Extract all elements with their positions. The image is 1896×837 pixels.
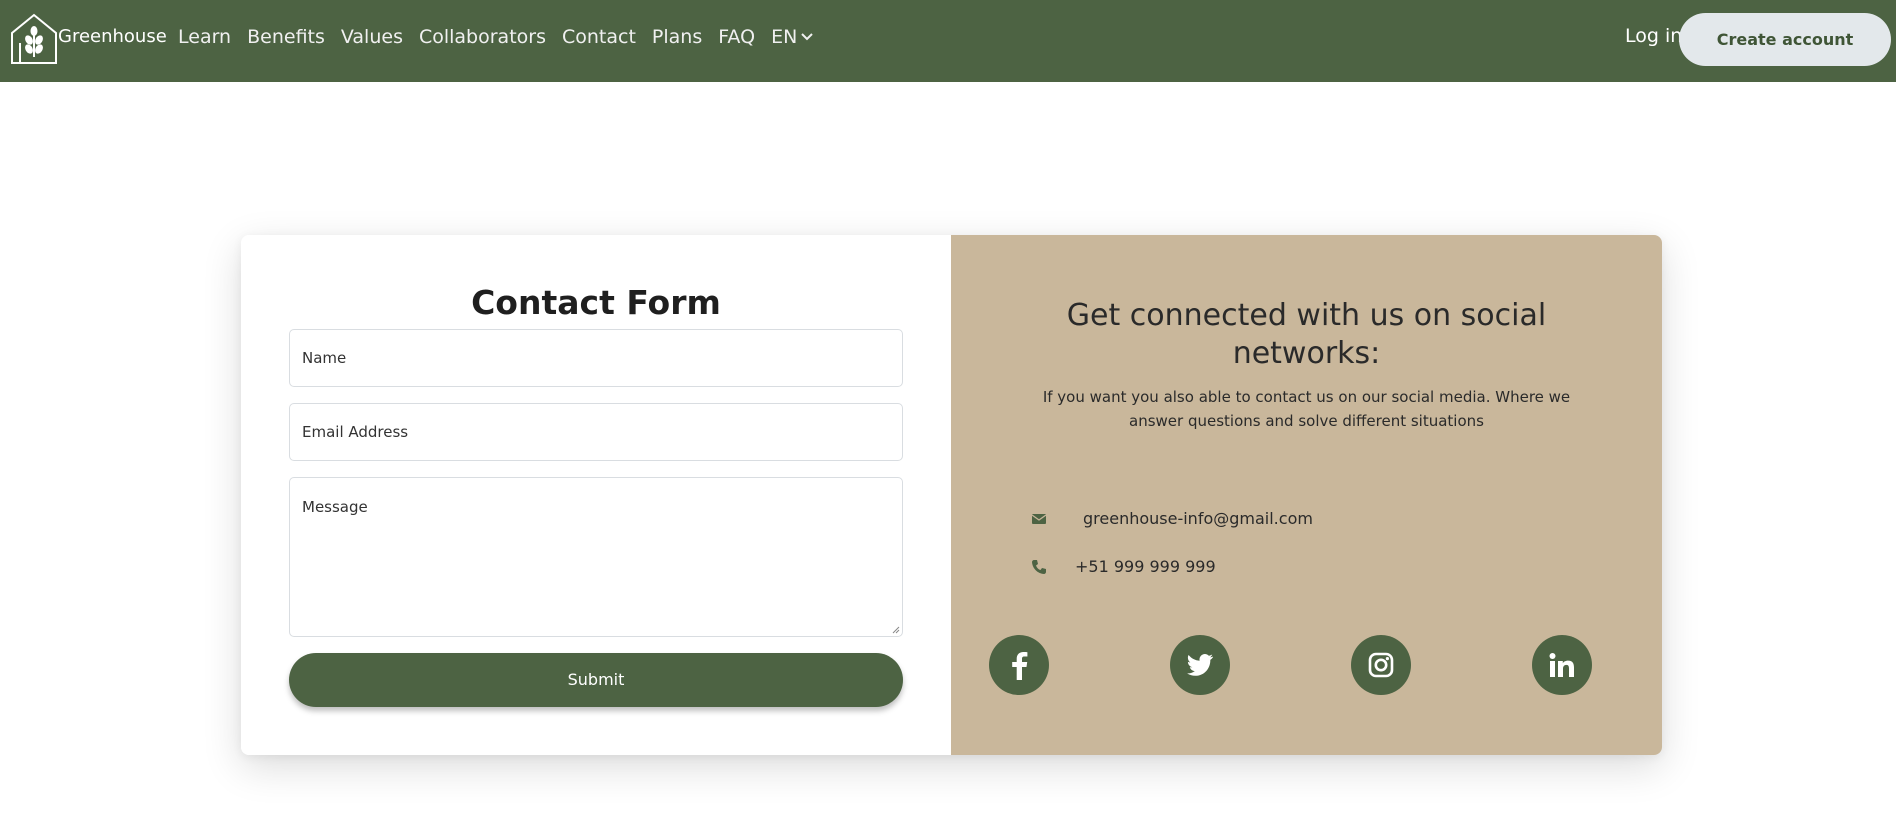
contact-phone: +51 999 999 999 xyxy=(1075,557,1216,576)
language-label: EN xyxy=(771,26,798,48)
top-navbar: Greenhouse Learn Benefits Values Collabo… xyxy=(0,0,1896,82)
phone-contact-row: +51 999 999 999 xyxy=(1031,557,1216,576)
chevron-down-icon xyxy=(801,33,813,41)
envelope-icon xyxy=(1031,513,1047,524)
resize-handle-icon[interactable] xyxy=(892,626,900,634)
name-placeholder: Name xyxy=(302,349,347,367)
login-link[interactable]: Log in xyxy=(1625,25,1682,47)
twitter-button[interactable] xyxy=(1170,635,1230,695)
nav-link-collaborators[interactable]: Collaborators xyxy=(419,26,546,48)
create-account-button[interactable]: Create account xyxy=(1679,13,1891,66)
nav-link-values[interactable]: Values xyxy=(341,26,403,48)
phone-icon xyxy=(1032,559,1046,574)
email-placeholder: Email Address xyxy=(302,423,409,441)
message-placeholder: Message xyxy=(302,498,368,516)
instagram-icon xyxy=(1368,652,1394,678)
name-field[interactable]: Name xyxy=(289,329,903,387)
info-title: Get connected with us on social networks… xyxy=(1066,298,1547,371)
nav-link-benefits[interactable]: Benefits xyxy=(247,26,325,48)
social-links xyxy=(989,635,1629,695)
brand[interactable]: Greenhouse xyxy=(10,13,167,65)
twitter-icon xyxy=(1187,654,1213,676)
brand-name: Greenhouse xyxy=(58,26,167,47)
email-field[interactable]: Email Address xyxy=(289,403,903,461)
info-subtitle: If you want you also able to contact us … xyxy=(1042,388,1571,430)
nav-link-learn[interactable]: Learn xyxy=(178,26,231,48)
facebook-icon xyxy=(1012,652,1028,680)
contact-card: Contact Form Name Email Address Message … xyxy=(241,235,1662,755)
nav-link-plans[interactable]: Plans xyxy=(652,26,702,48)
nav-link-contact[interactable]: Contact xyxy=(562,26,636,48)
greenhouse-logo-icon xyxy=(11,13,57,64)
facebook-button[interactable] xyxy=(989,635,1049,695)
linkedin-button[interactable] xyxy=(1532,635,1592,695)
social-info-panel: Get connected with us on social networks… xyxy=(951,235,1662,755)
email-contact-row: greenhouse-info@gmail.com xyxy=(1031,509,1313,528)
message-field[interactable]: Message xyxy=(289,477,903,637)
linkedin-icon xyxy=(1549,653,1574,677)
contact-email[interactable]: greenhouse-info@gmail.com xyxy=(1083,509,1313,528)
nav-links: Learn Benefits Values Collaborators Cont… xyxy=(178,26,813,48)
instagram-button[interactable] xyxy=(1351,635,1411,695)
form-title: Contact Form xyxy=(471,283,721,322)
nav-link-faq[interactable]: FAQ xyxy=(718,26,755,48)
submit-button[interactable]: Submit xyxy=(289,653,903,707)
contact-form: Contact Form Name Email Address Message … xyxy=(241,235,951,755)
language-dropdown[interactable]: EN xyxy=(771,26,813,48)
